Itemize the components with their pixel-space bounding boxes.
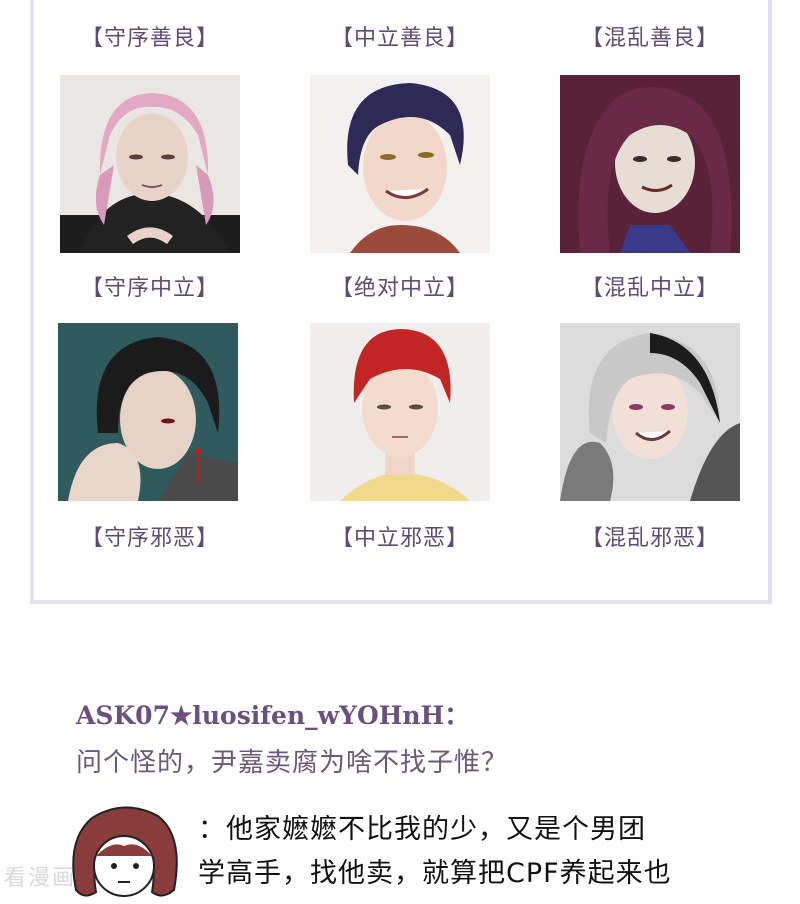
ask-question: 问个怪的，尹嘉卖腐为啥不找子惟？	[76, 748, 509, 778]
label-lawful-evil: 【守序邪恶】	[80, 526, 219, 551]
ask-title: ASK07★luosifen_wYOHnH：	[76, 701, 470, 730]
label-lawful-good: 【守序善良】	[80, 26, 219, 51]
portrait-lawful-neutral	[60, 75, 240, 253]
author-avatar	[62, 800, 186, 900]
portrait-lawful-evil	[58, 323, 238, 501]
label-chaotic-evil: 【混乱邪恶】	[580, 526, 719, 551]
answer-line-2: 学高手，找他卖，就算把CPF养起来也	[198, 858, 672, 889]
answer-line-1: ：他家嬷嬷不比我的少，又是个男团	[198, 814, 646, 845]
label-neutral-evil: 【中立邪恶】	[330, 526, 469, 551]
watermark-text: 看漫画	[4, 866, 77, 891]
answer-text: ：他家嬷嬷不比我的少，又是个男团 学高手，找他卖，就算把CPF养起来也	[198, 808, 758, 896]
portrait-neutral-evil	[310, 323, 490, 501]
label-chaotic-good: 【混乱善良】	[580, 26, 719, 51]
portrait-chaotic-neutral	[560, 75, 740, 253]
label-neutral-good: 【中立善良】	[330, 26, 469, 51]
label-lawful-neutral: 【守序中立】	[80, 276, 219, 301]
label-true-neutral: 【绝对中立】	[330, 276, 469, 301]
label-chaotic-neutral: 【混乱中立】	[580, 276, 719, 301]
portrait-chaotic-evil	[560, 323, 740, 501]
portrait-true-neutral	[310, 75, 490, 253]
